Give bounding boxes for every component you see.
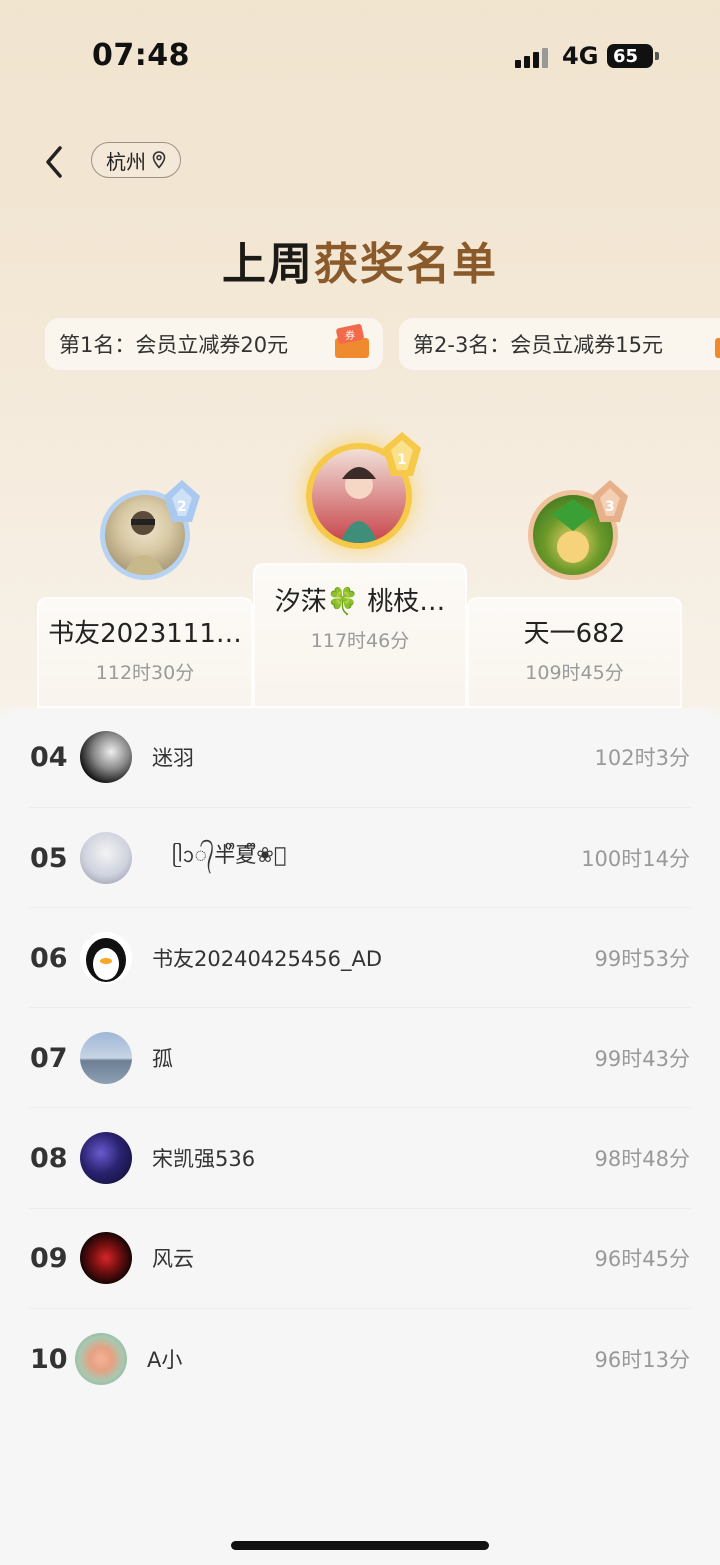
podium-time: 109时45分 [525, 662, 624, 684]
rank-number: 08 [30, 1142, 68, 1174]
avatar [75, 1333, 127, 1385]
podium-name: 汐莯🍀 桃枝… [274, 587, 446, 617]
read-time: 96时13分 [594, 1348, 690, 1372]
coupon-gift-icon [715, 338, 720, 358]
list-item[interactable]: 08 宋凯强536 98时48分 [30, 1108, 690, 1208]
user-name: 孤 [152, 1047, 173, 1071]
list-item[interactable]: 09 风云 96时45分 [30, 1208, 690, 1308]
podium-name: 天一682 [523, 619, 626, 649]
avatar [80, 1032, 132, 1084]
avatar [80, 731, 132, 783]
list-item[interactable]: 04 迷羽 102时3分 [30, 707, 690, 807]
read-time: 98时48分 [594, 1147, 690, 1171]
prize-chip-second: 第2-3名：会员立减券15元 [399, 318, 720, 370]
prize-text: 第1名：会员立减券20元 [59, 333, 289, 357]
penguin-avatar-icon [86, 938, 126, 982]
signal-icon [515, 48, 548, 68]
status-time: 07:48 [92, 38, 190, 73]
user-name: 书友20240425456_AD [152, 947, 383, 971]
avatar [80, 1132, 132, 1184]
rank-number: 10 [30, 1343, 68, 1375]
avatar [80, 832, 132, 884]
read-time: 100时14分 [581, 847, 690, 871]
user-name: 宋凯强536 [152, 1147, 256, 1171]
rank-2-medal-icon: 2 [164, 480, 200, 522]
rank-number: 04 [30, 741, 68, 773]
avatar [80, 1232, 132, 1284]
avatar [80, 932, 132, 984]
read-time: 99时53分 [594, 947, 690, 971]
prize-text: 第2-3名：会员立减券15元 [413, 333, 664, 357]
podium-third-card[interactable]: 天一682 109时45分 [467, 597, 682, 708]
list-item[interactable]: 05 ᥫᩣ᭄半ᩚ夏ᩚ❀ᩚ 100时14分 [30, 808, 690, 908]
battery-icon: 65 [607, 44, 659, 68]
network-label: 4G [562, 42, 599, 70]
rank-number: 05 [30, 842, 68, 874]
location-pin-icon [152, 151, 166, 169]
rank-1-medal-icon: 1 [383, 432, 421, 476]
back-arrow-icon[interactable] [40, 140, 72, 184]
list-item[interactable]: 07 孤 99时43分 [30, 1008, 690, 1108]
rank-number: 09 [30, 1242, 68, 1274]
rank-number: 07 [30, 1042, 68, 1074]
list-item[interactable]: 06 书友20240425456_AD 99时53分 [30, 908, 690, 1008]
user-name: ᥫᩣ᭄半ᩚ夏ᩚ❀ᩚ [172, 842, 287, 867]
read-time: 96时45分 [594, 1247, 690, 1271]
page-title: 上周获奖名单 [222, 239, 498, 290]
home-indicator[interactable] [231, 1541, 489, 1550]
podium-first-card[interactable]: 汐莯🍀 桃枝… 117时46分 [253, 563, 467, 708]
podium-time: 112时30分 [95, 662, 195, 684]
rank-3-medal-icon: 3 [592, 480, 628, 522]
svg-text:1: 1 [397, 452, 407, 468]
read-time: 99时43分 [594, 1047, 690, 1071]
battery-level: 65 [613, 45, 639, 67]
city-selector[interactable]: 杭州 [91, 142, 181, 178]
user-name: 风云 [152, 1247, 194, 1271]
list-item[interactable]: 10 A小 96时13分 [30, 1309, 690, 1409]
podium-name: 书友2023111… [48, 619, 242, 649]
user-name: A小 [147, 1348, 183, 1372]
podium-second-card[interactable]: 书友2023111… 112时30分 [37, 597, 253, 708]
read-time: 102时3分 [594, 746, 690, 770]
prize-chip-first: 第1名：会员立减券20元 券 [45, 318, 383, 370]
svg-text:2: 2 [177, 499, 187, 515]
svg-text:券: 券 [345, 329, 355, 342]
city-label: 杭州 [106, 149, 146, 174]
svg-text:3: 3 [605, 499, 615, 515]
coupon-gift-icon: 券 [335, 324, 369, 358]
user-name: 迷羽 [152, 746, 194, 770]
rank-number: 06 [30, 942, 68, 974]
podium-time: 117时46分 [310, 630, 410, 652]
